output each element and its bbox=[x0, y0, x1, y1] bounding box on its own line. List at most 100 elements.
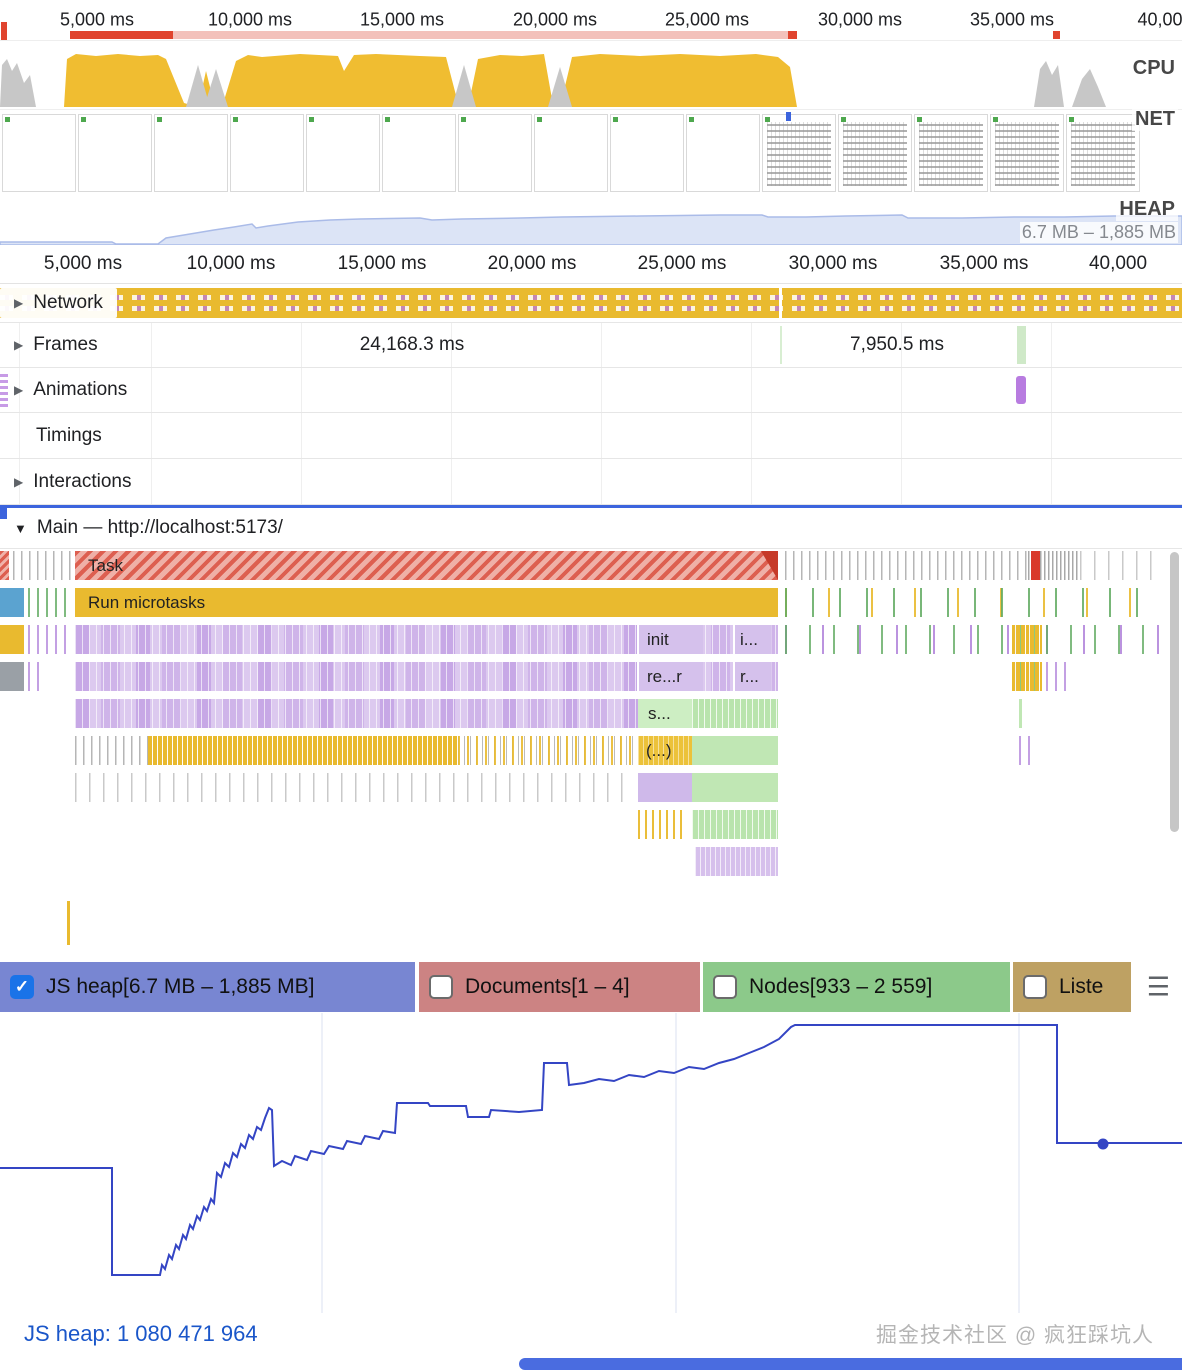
long-task-marker bbox=[1053, 31, 1060, 39]
flame-long-task[interactable] bbox=[1031, 551, 1040, 580]
track-network[interactable]: ▶ Network bbox=[0, 284, 1182, 323]
track-main[interactable]: ▼ Main — http://localhost:5173/ bbox=[0, 505, 1182, 549]
overview-cpu-chart[interactable]: CPU bbox=[0, 41, 1182, 109]
net-label: NET bbox=[1132, 108, 1178, 131]
flame-activity-cluster bbox=[75, 773, 630, 802]
legend-listeners[interactable]: ✓ Liste bbox=[1013, 962, 1131, 1012]
screenshot-thumbnail[interactable] bbox=[686, 114, 760, 192]
expander-icon[interactable]: ▶ bbox=[14, 383, 23, 397]
overview-ruler[interactable]: 5,000 ms 10,000 ms 15,000 ms 20,000 ms 2… bbox=[0, 0, 1182, 41]
overview-tick: 30,000 ms bbox=[817, 9, 903, 30]
flame-activity[interactable] bbox=[692, 736, 778, 765]
screenshot-thumbnail[interactable] bbox=[990, 114, 1064, 192]
screenshot-thumbnail[interactable] bbox=[610, 114, 684, 192]
flame-bar-run-microtasks[interactable]: Run microtasks bbox=[75, 588, 778, 617]
flame-bar-re-r[interactable]: re...r bbox=[637, 662, 703, 691]
animation-bar[interactable] bbox=[1016, 376, 1026, 404]
track-timings[interactable]: Timings bbox=[0, 413, 1182, 459]
flame-bar-s[interactable]: s... bbox=[638, 699, 692, 728]
flame-bar-task[interactable]: Task bbox=[75, 551, 778, 580]
legend-label: Documents[1 – 4] bbox=[465, 975, 630, 998]
track-header-timings[interactable]: Timings bbox=[0, 413, 116, 458]
frame-bar[interactable] bbox=[1017, 326, 1026, 364]
screenshot-thumbnail[interactable] bbox=[306, 114, 380, 192]
collapse-arrow-icon[interactable]: ▼ bbox=[14, 521, 27, 536]
ruler-tick: 35,000 ms bbox=[939, 253, 1029, 274]
flame-activity-cluster bbox=[638, 810, 686, 839]
watermark-text: 掘金技术社区 @ 疯狂踩坑人 bbox=[876, 1324, 1154, 1347]
track-header-animations[interactable]: ▶ Animations bbox=[0, 368, 141, 412]
track-header-frames[interactable]: ▶ Frames bbox=[0, 323, 112, 367]
screenshot-thumbnail[interactable] bbox=[762, 114, 836, 192]
timeline-overview[interactable]: 5,000 ms 10,000 ms 15,000 ms 20,000 ms 2… bbox=[0, 0, 1182, 246]
checkbox-checked-icon[interactable]: ✓ bbox=[10, 975, 34, 999]
expander-icon[interactable]: ▶ bbox=[14, 296, 23, 310]
expander-icon[interactable]: ▶ bbox=[14, 338, 23, 352]
check-icon: ✓ bbox=[1028, 977, 1042, 997]
track-label-text: Main — http://localhost:5173/ bbox=[36, 517, 283, 538]
status-bar: JS heap: 1 080 471 964 掘金技术社区 @ 疯狂踩坑人 bbox=[0, 1313, 1182, 1355]
flame-activity-cluster bbox=[1080, 551, 1162, 580]
screenshot-thumbnail[interactable] bbox=[154, 114, 228, 192]
screenshot-thumbnail[interactable] bbox=[458, 114, 532, 192]
screenshot-thumbnail[interactable] bbox=[838, 114, 912, 192]
screenshot-thumbnail[interactable] bbox=[534, 114, 608, 192]
heap-label: HEAP bbox=[1116, 198, 1178, 221]
flame-activity[interactable] bbox=[0, 588, 24, 617]
flame-activity-cluster bbox=[1012, 662, 1042, 691]
track-animations[interactable]: ▶ Animations bbox=[0, 368, 1182, 413]
vertical-scrollbar[interactable] bbox=[1170, 552, 1179, 832]
screenshot-filmstrip[interactable] bbox=[0, 110, 1182, 192]
flame-activity[interactable] bbox=[638, 773, 692, 802]
overview-filmstrip[interactable]: NET bbox=[0, 108, 1182, 198]
horizontal-scrollbar[interactable] bbox=[519, 1358, 1182, 1370]
frame-duration: 24,168.3 ms bbox=[359, 334, 465, 355]
overview-tick: 20,000 ms bbox=[512, 9, 598, 30]
flame-activity[interactable] bbox=[695, 847, 778, 876]
screenshot-thumbnail[interactable] bbox=[914, 114, 988, 192]
flame-js-calls-row[interactable] bbox=[75, 699, 638, 728]
screenshot-thumbnail[interactable] bbox=[1066, 114, 1140, 192]
network-requests-bar[interactable] bbox=[0, 288, 1182, 318]
legend-label: Liste bbox=[1059, 975, 1104, 998]
checkbox-unchecked-icon[interactable]: ✓ bbox=[713, 975, 737, 999]
checkbox-unchecked-icon[interactable]: ✓ bbox=[429, 975, 453, 999]
overview-heap-chart[interactable]: HEAP 6.7 MB – 1,885 MB bbox=[0, 198, 1182, 246]
legend-documents[interactable]: ✓ Documents[1 – 4] bbox=[419, 962, 700, 1012]
flame-activity-cluster bbox=[1046, 625, 1162, 654]
js-heap-line-chart bbox=[0, 1013, 1182, 1313]
flame-chart[interactable]: Task Run microtasks init i... re...r r..… bbox=[0, 549, 1182, 961]
screenshot-thumbnail[interactable] bbox=[78, 114, 152, 192]
memory-graph[interactable] bbox=[0, 1013, 1182, 1313]
flame-activity[interactable] bbox=[692, 773, 778, 802]
screenshot-thumbnail[interactable] bbox=[2, 114, 76, 192]
long-task-strip bbox=[70, 31, 796, 39]
track-header-network[interactable]: ▶ Network bbox=[0, 288, 117, 318]
legend-nodes[interactable]: ✓ Nodes[933 – 2 559] bbox=[703, 962, 1010, 1012]
flame-bar-r[interactable]: r... bbox=[733, 662, 771, 691]
flame-activity[interactable] bbox=[0, 662, 24, 691]
frame-boundary bbox=[780, 326, 782, 364]
flame-bar-anonymous[interactable]: (...) bbox=[638, 736, 692, 765]
screenshot-thumbnail[interactable] bbox=[230, 114, 304, 192]
checkbox-unchecked-icon[interactable]: ✓ bbox=[1023, 975, 1047, 999]
track-header-main[interactable]: ▼ Main — http://localhost:5173/ bbox=[0, 508, 297, 548]
legend-js-heap[interactable]: ✓ JS heap[6.7 MB – 1,885 MB] bbox=[0, 962, 415, 1012]
track-header-interactions[interactable]: ▶ Interactions bbox=[0, 459, 145, 504]
flame-activity[interactable] bbox=[692, 699, 778, 728]
flame-activity-cluster bbox=[785, 588, 1162, 617]
cpu-label: CPU bbox=[1129, 57, 1178, 80]
check-icon: ✓ bbox=[14, 977, 30, 996]
expander-icon[interactable]: ▶ bbox=[14, 475, 23, 489]
flame-bar-init[interactable]: init bbox=[637, 625, 703, 654]
hamburger-menu-icon[interactable]: ☰ bbox=[1147, 972, 1170, 1003]
track-frames[interactable]: 24,168.3 ms 7,950.5 ms ▶ Frames bbox=[0, 323, 1182, 368]
long-task-marker bbox=[70, 31, 173, 39]
flame-activity[interactable] bbox=[692, 810, 778, 839]
flame-activity-cluster bbox=[1012, 625, 1042, 654]
screenshot-thumbnail[interactable] bbox=[382, 114, 456, 192]
track-interactions[interactable]: ▶ Interactions bbox=[0, 459, 1182, 505]
timeline-ruler[interactable]: 5,000 ms 10,000 ms 15,000 ms 20,000 ms 2… bbox=[0, 245, 1182, 284]
flame-activity[interactable] bbox=[0, 625, 24, 654]
flame-bar-i[interactable]: i... bbox=[733, 625, 771, 654]
